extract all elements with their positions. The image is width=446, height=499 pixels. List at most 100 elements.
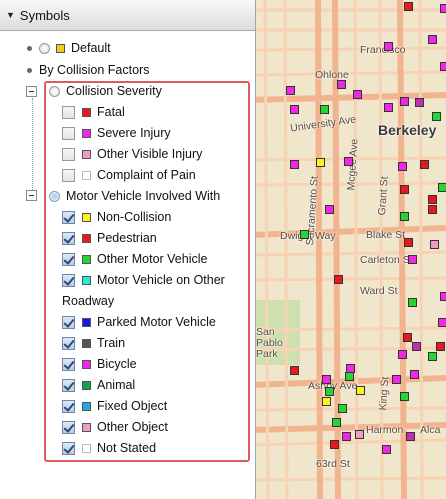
collapse-motor-vehicle-button[interactable] <box>26 190 37 201</box>
checkbox[interactable] <box>62 126 75 140</box>
legend-item-not-stated[interactable]: Not Stated <box>62 441 156 455</box>
legend-item-animal[interactable]: Animal <box>62 378 135 392</box>
color-swatch-icon <box>82 422 91 432</box>
collision-marker[interactable] <box>403 333 412 342</box>
collision-marker[interactable] <box>398 162 407 171</box>
legend-item-bicycle[interactable]: Bicycle <box>62 357 137 371</box>
checkbox[interactable] <box>62 420 75 434</box>
collision-marker[interactable] <box>392 375 401 384</box>
legend-item-label-continued: Roadway <box>62 294 115 308</box>
collision-marker[interactable] <box>337 80 346 89</box>
collision-marker[interactable] <box>440 4 446 13</box>
collision-marker[interactable] <box>438 318 446 327</box>
map-label-san-pablo-park: San Pablo Park <box>256 326 283 360</box>
collision-marker[interactable] <box>440 292 446 301</box>
collision-marker[interactable] <box>398 350 407 359</box>
legend-item-fixed-object[interactable]: Fixed Object <box>62 399 167 413</box>
collision-marker[interactable] <box>428 195 437 204</box>
collision-marker[interactable] <box>290 366 299 375</box>
legend-item-pedestrian[interactable]: Pedestrian <box>62 231 157 245</box>
checkbox[interactable] <box>62 441 75 455</box>
collision-marker[interactable] <box>428 205 437 214</box>
legend-item-parked-motor-vehicle[interactable]: Parked Motor Vehicle <box>62 315 216 329</box>
collision-marker[interactable] <box>290 105 299 114</box>
collapse-caret-icon[interactable]: ▼ <box>6 10 15 20</box>
collision-marker[interactable] <box>290 160 299 169</box>
default-radio[interactable] <box>39 42 50 54</box>
checkbox[interactable] <box>62 252 75 266</box>
collision-severity-radio[interactable] <box>49 85 60 97</box>
collision-marker[interactable] <box>332 418 341 427</box>
legend-item-complaint-of-pain[interactable]: Complaint of Pain <box>62 168 196 182</box>
collision-marker[interactable] <box>344 157 353 166</box>
collision-marker[interactable] <box>408 298 417 307</box>
collision-marker[interactable] <box>406 432 415 441</box>
collision-marker[interactable] <box>400 392 409 401</box>
checkbox[interactable] <box>62 147 75 161</box>
collision-marker[interactable] <box>404 2 413 11</box>
checkbox[interactable] <box>62 399 75 413</box>
legend-item-other-object[interactable]: Other Object <box>62 420 168 434</box>
legend-item-other-motor-vehicle[interactable]: Other Motor Vehicle <box>62 252 207 266</box>
legend-item-train[interactable]: Train <box>62 336 125 350</box>
checkbox[interactable] <box>62 357 75 371</box>
collision-marker[interactable] <box>353 90 362 99</box>
motor-vehicle-radio[interactable] <box>49 190 60 202</box>
collision-marker[interactable] <box>325 387 334 396</box>
collision-marker[interactable] <box>355 430 364 439</box>
collision-marker[interactable] <box>438 183 446 192</box>
collapse-severity-button[interactable] <box>26 86 37 97</box>
collision-marker[interactable] <box>325 205 334 214</box>
collision-marker[interactable] <box>432 112 441 121</box>
checkbox[interactable] <box>62 231 75 245</box>
collision-marker[interactable] <box>316 158 325 167</box>
collision-marker[interactable] <box>384 103 393 112</box>
legend-item-fatal[interactable]: Fatal <box>62 105 125 119</box>
checkbox[interactable] <box>62 105 75 119</box>
collision-marker[interactable] <box>410 370 419 379</box>
collision-marker[interactable] <box>430 240 439 249</box>
collision-marker[interactable] <box>338 404 347 413</box>
collision-marker[interactable] <box>428 352 437 361</box>
legend-item-severe-injury[interactable]: Severe Injury <box>62 126 171 140</box>
collision-marker[interactable] <box>415 98 424 107</box>
collision-marker[interactable] <box>400 185 409 194</box>
collision-marker[interactable] <box>400 97 409 106</box>
panel-header[interactable]: ▼ Symbols <box>0 0 255 31</box>
collision-marker[interactable] <box>322 397 331 406</box>
color-swatch-icon <box>82 128 91 138</box>
collision-severity-option[interactable]: Collision Severity <box>49 84 162 98</box>
default-option[interactable]: Default <box>27 41 111 55</box>
collision-marker[interactable] <box>412 342 421 351</box>
collision-marker[interactable] <box>400 212 409 221</box>
checkbox[interactable] <box>62 273 75 287</box>
color-swatch-icon <box>82 359 91 369</box>
collision-marker[interactable] <box>404 238 413 247</box>
collision-marker[interactable] <box>320 105 329 114</box>
by-collision-factors-label: By Collision Factors <box>39 63 150 77</box>
collision-marker[interactable] <box>286 86 295 95</box>
motor-vehicle-option[interactable]: Motor Vehicle Involved With <box>49 189 220 203</box>
collision-marker[interactable] <box>322 375 331 384</box>
legend-item-other-visible-injury[interactable]: Other Visible Injury <box>62 147 202 161</box>
checkbox[interactable] <box>62 336 75 350</box>
collision-marker[interactable] <box>345 372 354 381</box>
collision-marker[interactable] <box>428 35 437 44</box>
checkbox[interactable] <box>62 210 75 224</box>
collision-marker[interactable] <box>440 62 446 71</box>
legend-item-non-collision[interactable]: Non-Collision <box>62 210 171 224</box>
collision-marker[interactable] <box>436 342 445 351</box>
collision-marker[interactable] <box>356 386 365 395</box>
checkbox[interactable] <box>62 378 75 392</box>
collision-marker[interactable] <box>384 42 393 51</box>
collision-marker[interactable] <box>330 440 339 449</box>
collision-marker[interactable] <box>420 160 429 169</box>
collision-marker[interactable] <box>408 255 417 264</box>
collision-marker[interactable] <box>382 445 391 454</box>
legend-item-motor-vehicle-on-other[interactable]: Motor Vehicle on Other <box>62 273 225 287</box>
checkbox[interactable] <box>62 315 75 329</box>
collision-marker[interactable] <box>300 230 309 239</box>
collision-marker[interactable] <box>334 275 343 284</box>
checkbox[interactable] <box>62 168 75 182</box>
collision-marker[interactable] <box>342 432 351 441</box>
